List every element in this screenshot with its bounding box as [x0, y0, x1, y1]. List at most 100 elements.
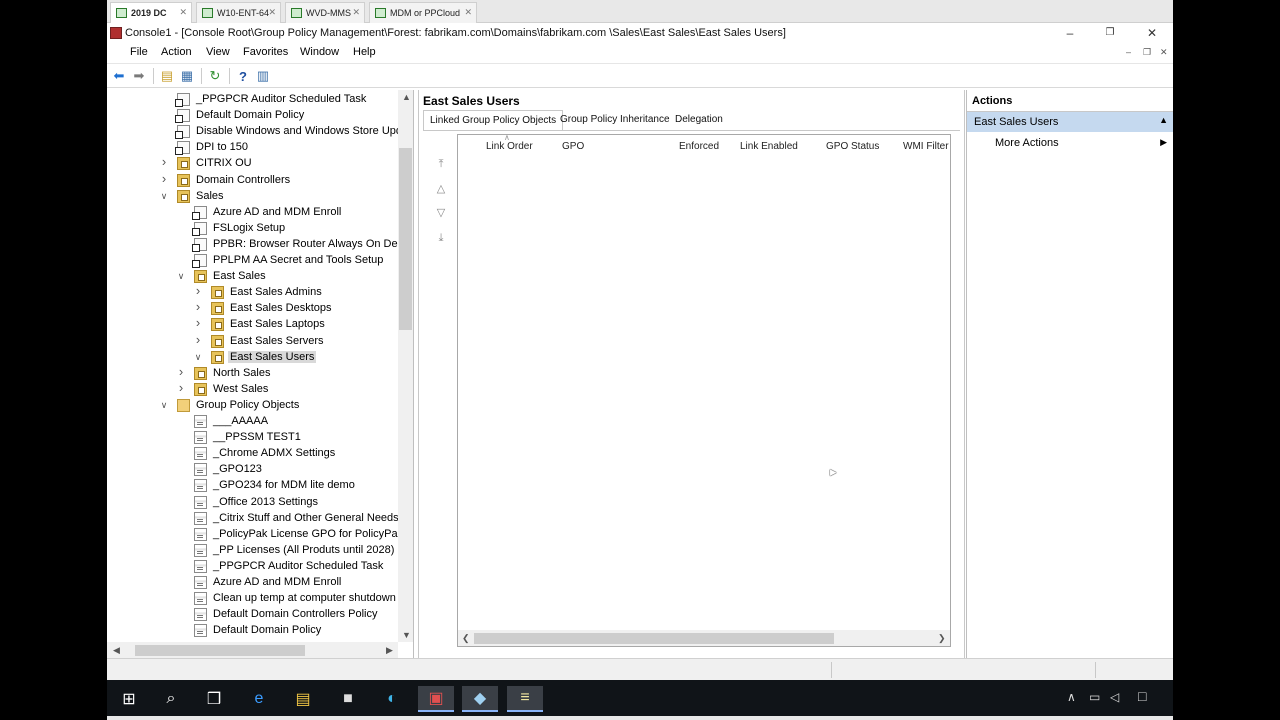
tree-item[interactable]: › West Sales — [107, 380, 397, 398]
tree-item[interactable]: Azure AD and MDM Enroll — [107, 205, 397, 221]
scroll-down-icon[interactable]: ▼ — [402, 630, 411, 640]
list-horizontal-scroll-thumb[interactable] — [474, 633, 834, 644]
linked-gpo-list[interactable]: Link Order ∧ GPO Enforced Link Enabled G… — [457, 133, 951, 647]
command-prompt-icon[interactable]: ■ — [330, 686, 366, 712]
mmc-console-icon[interactable]: ▣ — [418, 686, 454, 712]
vm-tab-close-icon[interactable]: ✕ — [464, 7, 472, 18]
tree-item[interactable]: ∨ East Sales Users — [107, 350, 397, 366]
expand-chevron-icon[interactable]: › — [176, 380, 186, 395]
vm-tab[interactable]: 2019 DC ✕ — [110, 2, 192, 23]
tree-item[interactable]: ∨ East Sales — [107, 269, 397, 285]
tree-item[interactable]: ∨ Sales — [107, 189, 397, 205]
notepad-icon[interactable]: ≡ — [507, 686, 543, 712]
move-down-icon[interactable]: ▽ — [433, 206, 449, 222]
tree-item[interactable]: Disable Windows and Windows Store Upda — [107, 124, 408, 140]
expand-chevron-icon[interactable]: › — [159, 154, 169, 169]
more-actions-item[interactable]: More Actions — [995, 137, 1059, 149]
vm-tab[interactable]: WVD-MMS ✕ — [285, 2, 365, 23]
tree-item[interactable]: _Citrix Stuff and Other General Needs — [107, 511, 399, 527]
notifications-icon[interactable]: □ — [1138, 688, 1146, 704]
column-link-order[interactable]: Link Order — [486, 141, 533, 152]
tree-item[interactable]: Default Domain Policy — [107, 623, 397, 639]
actions-section-header[interactable]: East Sales Users ▲ — [967, 112, 1173, 132]
tab-linked-gpos[interactable]: Linked Group Policy Objects — [423, 110, 564, 130]
move-up-icon[interactable]: △ — [433, 182, 449, 198]
column-link-enabled[interactable]: Link Enabled — [740, 141, 798, 152]
tree-item[interactable]: _PolicyPak License GPO for PolicyPak C — [107, 527, 413, 543]
console-tree-icon[interactable]: ▦ — [179, 68, 195, 84]
search-icon[interactable]: ⌕ — [153, 686, 189, 712]
tree-item[interactable]: Default Domain Controllers Policy — [107, 607, 397, 623]
column-gpo-status[interactable]: GPO Status — [826, 141, 879, 152]
scroll-up-icon[interactable]: ▲ — [402, 92, 411, 102]
list-horizontal-scrollbar[interactable]: ❮ ❯ — [458, 630, 950, 646]
tree-item[interactable]: › North Sales — [107, 364, 397, 382]
expand-chevron-icon[interactable]: › — [176, 364, 186, 379]
tree-item[interactable]: Clean up temp at computer shutdown t — [107, 591, 402, 607]
vm-tab-close-icon[interactable]: ✕ — [268, 7, 276, 18]
help-icon[interactable]: ? — [235, 68, 251, 84]
tree-item[interactable]: Azure AD and MDM Enroll — [107, 575, 397, 591]
tree-item[interactable]: _Office 2013 Settings — [107, 495, 397, 511]
collapse-icon[interactable]: ▲ — [1159, 115, 1168, 125]
start-icon[interactable]: ⊞ — [111, 686, 147, 712]
expand-chevron-icon[interactable]: › — [193, 315, 203, 330]
column-gpo[interactable]: GPO — [562, 141, 584, 152]
network-icon[interactable]: ▭ — [1089, 690, 1100, 704]
tree-horizontal-scroll-thumb[interactable] — [135, 645, 305, 656]
file-explorer-icon[interactable]: ▤ — [285, 686, 321, 712]
tree-item[interactable]: › CITRIX OU — [107, 154, 397, 172]
collapse-chevron-icon[interactable]: ∨ — [176, 271, 186, 282]
tab-gp-inheritance[interactable]: Group Policy Inheritance — [554, 110, 676, 130]
tree-item[interactable]: › East Sales Admins — [107, 283, 397, 301]
tree-item[interactable]: _GPO123 — [107, 462, 397, 478]
move-bottom-icon[interactable]: ⤓ — [433, 232, 449, 248]
task-view-icon[interactable]: ❒ — [196, 686, 232, 712]
minimize-button[interactable]: – — [1050, 24, 1090, 42]
vm-tab-close-icon[interactable]: ✕ — [179, 7, 187, 18]
volume-muted-icon[interactable]: ◁ — [1110, 690, 1119, 704]
menu-favorites[interactable]: Favorites — [243, 46, 288, 58]
tree-vertical-scroll-thumb[interactable] — [399, 148, 412, 330]
tree-item[interactable]: __PPSSM TEST1 — [107, 430, 397, 446]
tray-chevron-icon[interactable]: ∧ — [1067, 690, 1076, 704]
vm-tab[interactable]: MDM or PPCloud ✕ — [369, 2, 477, 23]
tree-item[interactable]: › East Sales Laptops — [107, 315, 397, 333]
arrow-right-icon[interactable]: ➡ — [131, 68, 147, 84]
scroll-left-icon[interactable]: ◀ — [113, 645, 120, 656]
action-pane-icon[interactable]: ▥ — [255, 68, 271, 84]
column-enforced[interactable]: Enforced — [679, 141, 719, 152]
notepad-app-icon[interactable]: ◆ — [462, 686, 498, 712]
tree-item[interactable]: ∨ Group Policy Objects — [107, 398, 397, 414]
scroll-right-icon[interactable]: ❯ — [938, 633, 946, 644]
collapse-chevron-icon[interactable]: ∨ — [159, 400, 169, 411]
tree-item[interactable]: ___AAAAA — [107, 414, 397, 430]
tree-item[interactable]: _PP Licenses (All Produts until 2028) — [107, 543, 397, 559]
tree-item[interactable]: _PPGPCR Auditor Scheduled Task — [107, 92, 397, 108]
expand-chevron-icon[interactable]: › — [193, 332, 203, 347]
edge-icon[interactable]: ◐ — [374, 686, 410, 712]
expand-chevron-icon[interactable]: › — [193, 299, 203, 314]
scroll-left-icon[interactable]: ❮ — [462, 633, 470, 644]
vm-tab[interactable]: W10-ENT-64 ✕ — [196, 2, 281, 23]
tree-item[interactable]: Default Domain Policy — [107, 108, 397, 124]
collapse-chevron-icon[interactable]: ∨ — [159, 191, 169, 202]
tree-item[interactable]: FSLogix Setup — [107, 221, 397, 237]
arrow-left-icon[interactable]: ⬅ — [111, 68, 127, 84]
folder-up-icon[interactable]: ▤ — [159, 68, 175, 84]
tree-item[interactable]: _PPGPCR Auditor Scheduled Task — [107, 559, 397, 575]
tree-item[interactable]: _GPO234 for MDM lite demo — [107, 478, 397, 494]
tree-item[interactable]: _Chrome ADMX Settings — [107, 446, 397, 462]
close-button[interactable]: ✕ — [1132, 24, 1172, 42]
mdi-minimize-button[interactable]: – — [1126, 47, 1131, 57]
menu-action[interactable]: Action — [161, 46, 192, 58]
refresh-icon[interactable]: ↻ — [207, 68, 223, 84]
menu-window[interactable]: Window — [300, 46, 339, 58]
collapse-chevron-icon[interactable]: ∨ — [193, 352, 203, 363]
move-top-icon[interactable]: ⤒ — [433, 158, 449, 174]
tree-item[interactable]: › East Sales Desktops — [107, 299, 397, 317]
restore-button[interactable]: ❐ — [1090, 24, 1130, 42]
menu-help[interactable]: Help — [353, 46, 376, 58]
tree-item[interactable]: PPLPM AA Secret and Tools Setup — [107, 253, 397, 269]
tree-item[interactable]: › East Sales Servers — [107, 332, 397, 350]
